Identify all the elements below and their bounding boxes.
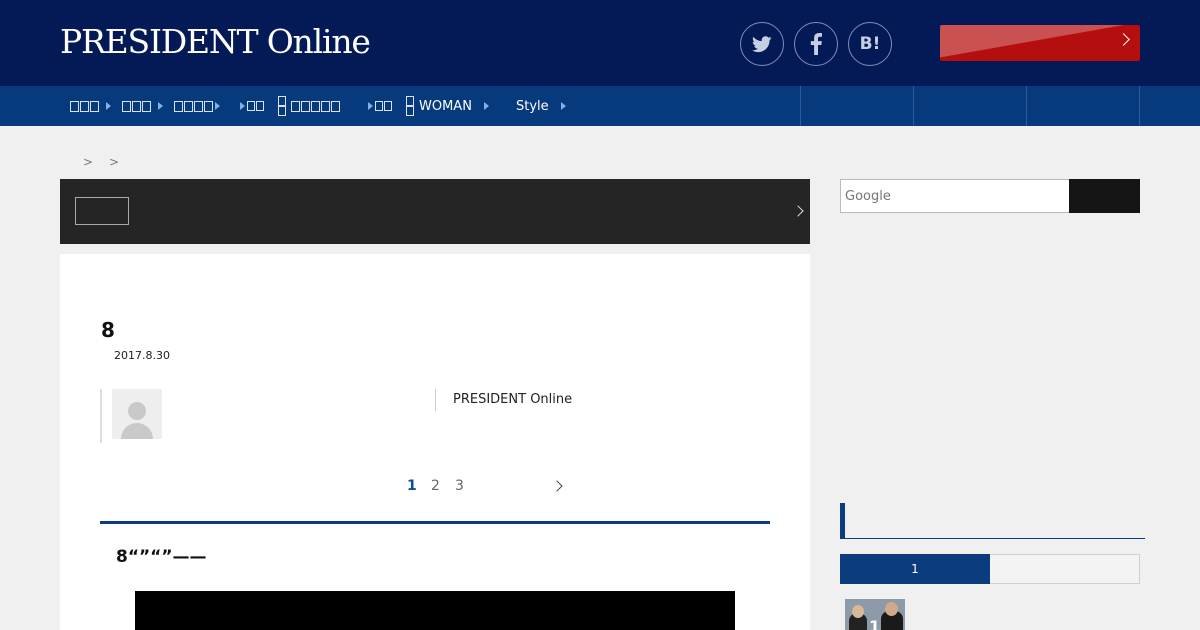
nav-item-style[interactable]: Style bbox=[516, 86, 566, 126]
caret-right-icon bbox=[158, 102, 163, 110]
banner-label-box bbox=[75, 197, 129, 225]
nav-item-6[interactable] bbox=[368, 86, 393, 126]
hatena-bookmark-button[interactable]: B! bbox=[848, 22, 892, 66]
caret-right-icon bbox=[240, 102, 245, 110]
author-avatar[interactable] bbox=[112, 389, 162, 439]
facebook-share-button[interactable] bbox=[794, 22, 838, 66]
site-header: PRESIDENT Online B! bbox=[0, 0, 1200, 86]
section-heading: 8“”“”—— bbox=[116, 547, 207, 567]
nav-item-3[interactable] bbox=[174, 86, 220, 126]
rank-number: 1 bbox=[869, 617, 881, 630]
ranking-heading bbox=[840, 503, 1145, 539]
glyph-placeholder bbox=[204, 100, 213, 112]
caret-right-icon bbox=[106, 102, 111, 110]
nav-item-label: Style bbox=[516, 98, 549, 114]
nav-divider bbox=[913, 86, 914, 126]
nav-divider bbox=[800, 86, 801, 126]
glyph-stack bbox=[406, 96, 415, 116]
nav-item-2[interactable] bbox=[122, 86, 163, 126]
glyph-placeholder bbox=[122, 100, 131, 112]
glyph-placeholder bbox=[70, 100, 79, 112]
glyph-placeholder bbox=[256, 101, 264, 111]
ranking-tab-active[interactable]: 1 bbox=[840, 554, 990, 584]
nav-divider bbox=[1139, 86, 1140, 126]
site-logo[interactable]: PRESIDENT Online bbox=[60, 22, 371, 61]
glyph-placeholder bbox=[132, 100, 141, 112]
ranking-thumbnail[interactable]: 1 bbox=[845, 599, 905, 630]
article-media[interactable] bbox=[135, 591, 735, 630]
hatena-bookmark-icon: B! bbox=[859, 34, 881, 54]
article-date: 2017.8.30 bbox=[114, 349, 170, 362]
glyph-placeholder bbox=[321, 100, 330, 112]
author-accent-bar bbox=[100, 389, 102, 443]
facebook-f-icon bbox=[810, 33, 822, 55]
glyph-placeholder bbox=[184, 100, 193, 112]
nav-divider bbox=[1026, 86, 1027, 126]
caret-right-icon bbox=[368, 102, 373, 110]
nav-item-4[interactable] bbox=[240, 86, 265, 126]
glyph-placeholder bbox=[384, 101, 392, 111]
glyph-placeholder bbox=[90, 100, 99, 112]
glyph-placeholder bbox=[406, 106, 414, 116]
glyph-placeholder bbox=[278, 106, 286, 116]
category-banner[interactable] bbox=[60, 179, 810, 244]
cta-sheen bbox=[940, 25, 1140, 61]
caret-right-icon bbox=[560, 102, 566, 110]
glyph-placeholder bbox=[247, 101, 255, 111]
caret-right-icon bbox=[483, 102, 489, 110]
glyph-placeholder bbox=[142, 100, 151, 112]
nav-item-label: WOMAN bbox=[419, 98, 472, 114]
breadcrumb-separator: > bbox=[83, 155, 94, 169]
glyph-placeholder bbox=[278, 96, 286, 106]
section-rule bbox=[100, 521, 770, 524]
glyph-stack bbox=[278, 96, 287, 116]
glyph-placeholder bbox=[311, 100, 320, 112]
caret-right-icon bbox=[215, 102, 220, 110]
thumb-figure-head bbox=[852, 605, 864, 618]
glyph-placeholder bbox=[291, 100, 300, 112]
thumb-figure-head bbox=[885, 602, 898, 616]
page-link-3[interactable]: 3 bbox=[455, 478, 464, 494]
search-button[interactable] bbox=[1069, 179, 1140, 213]
glyph-placeholder bbox=[375, 101, 383, 111]
search-input[interactable] bbox=[840, 179, 1070, 213]
author-divider bbox=[435, 389, 436, 411]
page-link-1[interactable]: 1 bbox=[407, 478, 417, 494]
breadcrumb-separator: > bbox=[109, 155, 120, 169]
nav-item-5[interactable] bbox=[278, 86, 341, 126]
subscribe-cta-button[interactable] bbox=[940, 25, 1140, 61]
glyph-placeholder bbox=[80, 100, 89, 112]
glyph-placeholder bbox=[174, 100, 183, 112]
article-headline: 8 bbox=[101, 318, 115, 342]
glyph-placeholder bbox=[406, 96, 414, 106]
nav-item-1[interactable] bbox=[70, 86, 111, 126]
article-source: PRESIDENT Online bbox=[453, 392, 573, 407]
twitter-share-button[interactable] bbox=[740, 22, 784, 66]
glyph-placeholder bbox=[194, 100, 203, 112]
glyph-placeholder bbox=[331, 100, 340, 112]
page-link-2[interactable]: 2 bbox=[431, 478, 440, 494]
glyph-placeholder bbox=[301, 100, 310, 112]
chevron-right-icon bbox=[792, 205, 804, 217]
nav-item-woman[interactable]: WOMAN bbox=[406, 86, 489, 126]
heading-accent-mark bbox=[840, 503, 845, 538]
article-card bbox=[60, 254, 810, 630]
avatar-body-shape bbox=[121, 423, 153, 439]
twitter-bird-icon bbox=[752, 35, 772, 52]
avatar-head-shape bbox=[128, 402, 146, 420]
